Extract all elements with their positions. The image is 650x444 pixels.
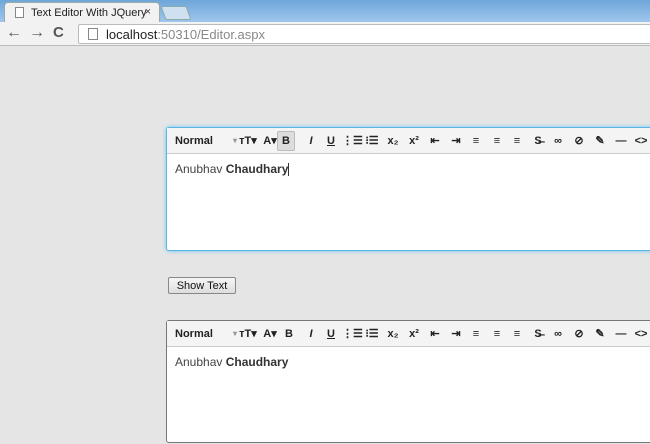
- url-host: localhost: [106, 27, 158, 42]
- eraser-button[interactable]: ✎: [591, 324, 609, 344]
- content-bold-text: Chaudhary: [225, 162, 289, 176]
- underline-button[interactable]: U: [322, 324, 340, 344]
- align-left-button[interactable]: ≡: [467, 324, 485, 344]
- underline-button[interactable]: U: [322, 131, 340, 151]
- tab-bar: Text Editor With JQuery ×: [0, 0, 650, 22]
- tab-title: Text Editor With JQuery: [31, 7, 147, 19]
- format-select[interactable]: Normal: [175, 324, 213, 344]
- outdent-button[interactable]: ⇤: [426, 324, 444, 344]
- editor-content[interactable]: Anubhav Chaudhary: [167, 347, 650, 377]
- italic-button[interactable]: I: [302, 131, 320, 151]
- align-left-button[interactable]: ≡: [467, 131, 485, 151]
- indent-button[interactable]: ⇥: [447, 324, 465, 344]
- back-icon[interactable]: ←: [6, 24, 22, 42]
- show-text-button[interactable]: Show Text: [168, 277, 236, 294]
- page-icon: [88, 28, 98, 40]
- content-text: Anubhav: [175, 162, 226, 176]
- bold-button[interactable]: B: [280, 324, 298, 344]
- align-center-button[interactable]: ≡: [488, 131, 506, 151]
- eraser-button[interactable]: ✎: [591, 131, 609, 151]
- reload-icon[interactable]: C: [53, 24, 64, 41]
- page-icon: [15, 7, 24, 18]
- font-color-button[interactable]: A▾: [261, 324, 279, 344]
- editor-1: Normal ▾ тT▾ A▾ B I U ⋮☰ ⁝☰ x₂ x² ⇤ ⇥ ≡ ≡ ≡ S̶ ∞ ⊘ ✎ — <> Anu…: [166, 127, 650, 251]
- font-size-button[interactable]: тT▾: [239, 131, 257, 151]
- format-select[interactable]: Normal: [175, 131, 213, 151]
- forward-icon[interactable]: →: [29, 24, 45, 42]
- new-tab-button[interactable]: [160, 6, 192, 20]
- superscript-button[interactable]: x²: [405, 324, 423, 344]
- horizontal-rule-button[interactable]: —: [612, 131, 630, 151]
- source-button[interactable]: <>: [632, 131, 650, 151]
- nav-bar: ← → C localhost:50310/Editor.aspx: [0, 22, 650, 46]
- unordered-list-button[interactable]: ⁝☰: [363, 324, 381, 344]
- editor-toolbar: Normal ▾ тT▾ A▾ B I U ⋮☰ ⁝☰ x₂ x² ⇤ ⇥ ≡ ≡ ≡ S̶ ∞ ⊘ ✎ — <>: [167, 321, 650, 347]
- subscript-button[interactable]: x₂: [384, 324, 402, 344]
- unordered-list-button[interactable]: ⁝☰: [363, 131, 381, 151]
- indent-button[interactable]: ⇥: [447, 131, 465, 151]
- address-bar[interactable]: localhost:50310/Editor.aspx: [78, 24, 650, 44]
- browser-tab[interactable]: Text Editor With JQuery ×: [4, 2, 160, 22]
- link-button[interactable]: ∞: [549, 324, 567, 344]
- align-right-button[interactable]: ≡: [508, 131, 526, 151]
- horizontal-rule-button[interactable]: —: [612, 324, 630, 344]
- unlink-button[interactable]: ⊘: [570, 324, 588, 344]
- subscript-button[interactable]: x₂: [384, 131, 402, 151]
- outdent-button[interactable]: ⇤: [426, 131, 444, 151]
- source-button[interactable]: <>: [632, 324, 650, 344]
- italic-button[interactable]: I: [302, 324, 320, 344]
- font-size-button[interactable]: тT▾: [239, 324, 257, 344]
- align-center-button[interactable]: ≡: [488, 324, 506, 344]
- align-right-button[interactable]: ≡: [508, 324, 526, 344]
- content-bold-text: Chaudhary: [225, 355, 289, 369]
- text-cursor: [288, 163, 290, 177]
- link-button[interactable]: ∞: [549, 131, 567, 151]
- ordered-list-button[interactable]: ⋮☰: [342, 324, 363, 344]
- url-path: :50310/Editor.aspx: [157, 27, 266, 42]
- editor-toolbar: Normal ▾ тT▾ A▾ B I U ⋮☰ ⁝☰ x₂ x² ⇤ ⇥ ≡ ≡ ≡ S̶ ∞ ⊘ ✎ — <>: [167, 128, 650, 154]
- ordered-list-button[interactable]: ⋮☰: [342, 131, 363, 151]
- superscript-button[interactable]: x²: [405, 131, 423, 151]
- content-text: Anubhav: [175, 355, 226, 369]
- editor-content[interactable]: Anubhav Chaudhary: [167, 154, 650, 184]
- strikethrough-button[interactable]: S̶: [529, 324, 547, 344]
- strikethrough-button[interactable]: S̶: [529, 131, 547, 151]
- editor-2: Normal ▾ тT▾ A▾ B I U ⋮☰ ⁝☰ x₂ x² ⇤ ⇥ ≡ ≡ ≡ S̶ ∞ ⊘ ✎ — <> Anu…: [166, 320, 650, 443]
- unlink-button[interactable]: ⊘: [570, 131, 588, 151]
- bold-button[interactable]: B: [277, 131, 295, 151]
- close-tab-icon[interactable]: ×: [145, 6, 151, 18]
